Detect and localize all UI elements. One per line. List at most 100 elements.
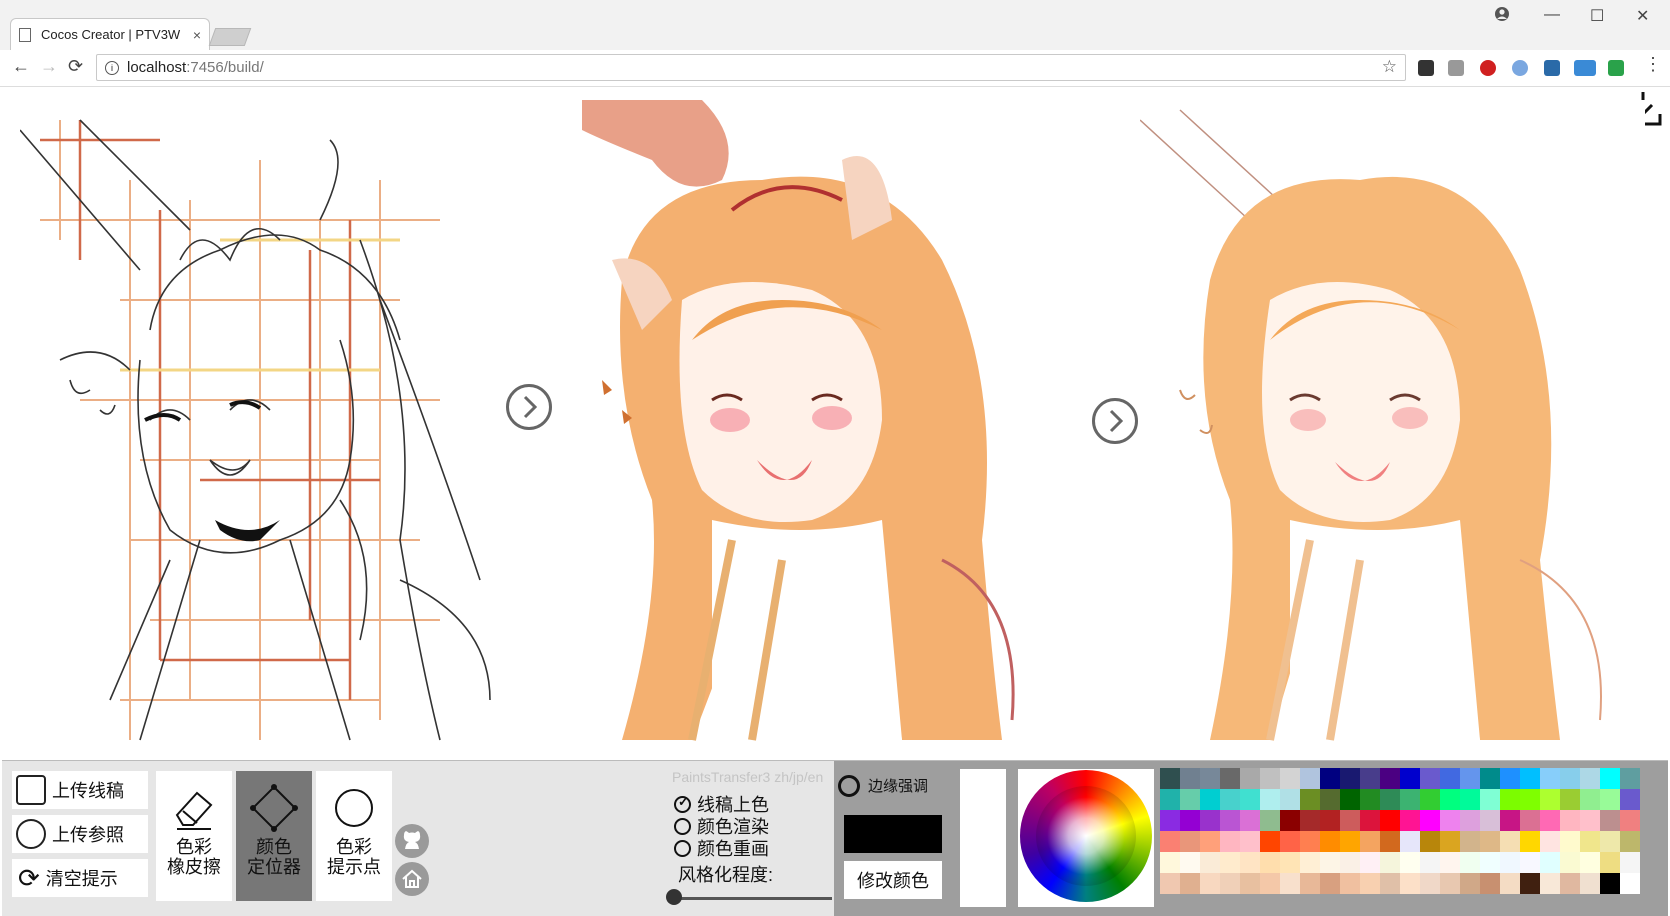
palette-swatch[interactable] [1320, 831, 1340, 852]
style-degree-slider-handle[interactable] [666, 889, 682, 905]
palette-swatch[interactable] [1240, 789, 1260, 810]
minimize-button[interactable]: — [1544, 6, 1560, 24]
palette-swatch[interactable] [1560, 768, 1580, 789]
profile-icon[interactable] [1494, 6, 1510, 27]
edge-enhance-radio[interactable] [838, 775, 860, 797]
palette-swatch[interactable] [1480, 810, 1500, 831]
maximize-button[interactable]: ☐ [1590, 6, 1604, 26]
palette-swatch[interactable] [1300, 831, 1320, 852]
palette-swatch[interactable] [1340, 789, 1360, 810]
palette-swatch[interactable] [1160, 852, 1180, 873]
palette-swatch[interactable] [1540, 789, 1560, 810]
palette-swatch[interactable] [1540, 873, 1560, 894]
palette-swatch[interactable] [1400, 810, 1420, 831]
palette-swatch[interactable] [1320, 810, 1340, 831]
palette-swatch[interactable] [1220, 873, 1240, 894]
address-input[interactable]: i localhost :7456/build/ ☆ [96, 54, 1406, 81]
palette-swatch[interactable] [1260, 852, 1280, 873]
palette-swatch[interactable] [1360, 873, 1380, 894]
palette-swatch[interactable] [1440, 831, 1460, 852]
palette-swatch[interactable] [1460, 852, 1480, 873]
lineart-canvas[interactable] [20, 100, 530, 745]
palette-swatch[interactable] [1180, 852, 1200, 873]
palette-swatch[interactable] [1280, 873, 1300, 894]
palette-swatch[interactable] [1300, 852, 1320, 873]
mode-color-repaint-radio[interactable]: 颜色重画 [674, 835, 769, 861]
extension-jb-icon[interactable] [1448, 60, 1464, 76]
palette-swatch[interactable] [1480, 873, 1500, 894]
palette-swatch[interactable] [1540, 831, 1560, 852]
modify-color-button[interactable]: 修改颜色 [844, 861, 942, 899]
palette-swatch[interactable] [1560, 789, 1580, 810]
info-icon[interactable]: i [105, 60, 119, 75]
palette-swatch[interactable] [1620, 768, 1640, 789]
github-icon[interactable] [394, 823, 430, 859]
palette-swatch[interactable] [1380, 831, 1400, 852]
extension-new-icon[interactable] [1574, 60, 1596, 76]
palette-swatch[interactable] [1240, 873, 1260, 894]
palette-swatch[interactable] [1520, 852, 1540, 873]
palette-swatch[interactable] [1580, 852, 1600, 873]
extension-camera-icon[interactable] [1544, 60, 1560, 76]
palette-swatch[interactable] [1320, 852, 1340, 873]
palette-swatch[interactable] [1320, 768, 1340, 789]
palette-swatch[interactable] [1400, 789, 1420, 810]
palette-swatch[interactable] [1440, 810, 1460, 831]
palette-swatch[interactable] [1180, 768, 1200, 789]
home-icon[interactable] [394, 861, 430, 897]
palette-swatch[interactable] [1280, 768, 1300, 789]
palette-swatch[interactable] [1420, 768, 1440, 789]
palette-swatch[interactable] [1380, 810, 1400, 831]
palette-swatch[interactable] [1460, 831, 1480, 852]
palette-swatch[interactable] [1400, 852, 1420, 873]
palette-swatch[interactable] [1380, 789, 1400, 810]
palette-swatch[interactable] [1500, 789, 1520, 810]
color-hint-tool[interactable]: 色彩 提示点 [316, 771, 392, 901]
palette-swatch[interactable] [1500, 831, 1520, 852]
palette-swatch[interactable] [1360, 789, 1380, 810]
palette-swatch[interactable] [1280, 810, 1300, 831]
palette-swatch[interactable] [1400, 831, 1420, 852]
palette-swatch[interactable] [1380, 768, 1400, 789]
palette-swatch[interactable] [1620, 810, 1640, 831]
palette-swatch[interactable] [1520, 810, 1540, 831]
palette-swatch[interactable] [1280, 852, 1300, 873]
palette-swatch[interactable] [1300, 789, 1320, 810]
palette-swatch[interactable] [1460, 873, 1480, 894]
palette-swatch[interactable] [1360, 810, 1380, 831]
palette-swatch[interactable] [1600, 789, 1620, 810]
palette-swatch[interactable] [1180, 873, 1200, 894]
palette-swatch[interactable] [1220, 831, 1240, 852]
palette-swatch[interactable] [1580, 810, 1600, 831]
palette-swatch[interactable] [1620, 873, 1640, 894]
extension-block-icon[interactable] [1480, 60, 1496, 76]
palette-swatch[interactable] [1620, 852, 1640, 873]
palette-swatch[interactable] [1260, 789, 1280, 810]
extension-discord-icon[interactable] [1418, 60, 1434, 76]
palette-swatch[interactable] [1240, 852, 1260, 873]
palette-swatch[interactable] [1340, 810, 1360, 831]
palette-swatch[interactable] [1620, 789, 1640, 810]
palette-swatch[interactable] [1400, 768, 1420, 789]
palette-swatch[interactable] [1160, 831, 1180, 852]
palette-swatch[interactable] [1180, 810, 1200, 831]
palette-swatch[interactable] [1560, 873, 1580, 894]
forward-arrow-icon[interactable]: → [40, 56, 58, 77]
palette-swatch[interactable] [1460, 810, 1480, 831]
palette-swatch[interactable] [1260, 768, 1280, 789]
palette-swatch[interactable] [1580, 831, 1600, 852]
palette-swatch[interactable] [1480, 789, 1500, 810]
palette-swatch[interactable] [1240, 831, 1260, 852]
palette-swatch[interactable] [1360, 831, 1380, 852]
bookmark-star-icon[interactable]: ☆ [1382, 57, 1397, 77]
palette-swatch[interactable] [1600, 873, 1620, 894]
palette-swatch[interactable] [1540, 852, 1560, 873]
palette-swatch[interactable] [1580, 768, 1600, 789]
palette-swatch[interactable] [1420, 852, 1440, 873]
upload-reference-button[interactable]: 上传参照 [12, 815, 148, 853]
palette-swatch[interactable] [1180, 831, 1200, 852]
palette-swatch[interactable] [1600, 852, 1620, 873]
palette-swatch[interactable] [1320, 789, 1340, 810]
palette-swatch[interactable] [1220, 768, 1240, 789]
palette-swatch[interactable] [1440, 768, 1460, 789]
